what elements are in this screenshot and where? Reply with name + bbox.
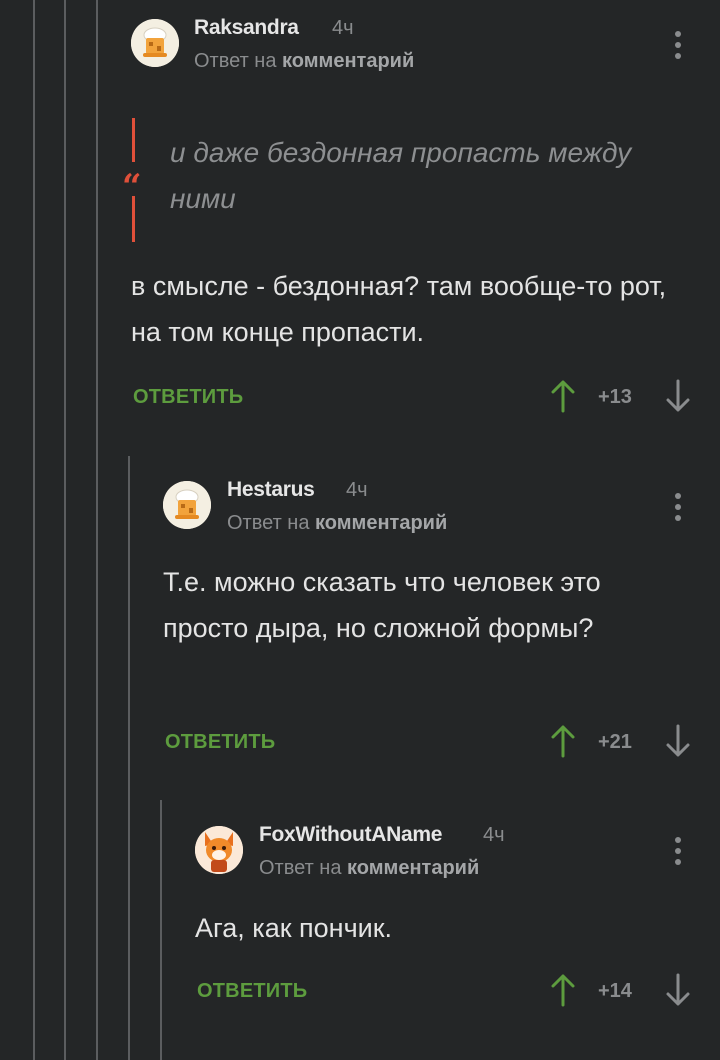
reply-to[interactable]: Ответ на комментарий xyxy=(227,512,447,535)
reply-to[interactable]: Ответ на комментарий xyxy=(194,50,414,73)
hat-avatar-icon xyxy=(163,481,211,529)
comment-author[interactable]: FoxWithoutAName xyxy=(259,823,442,847)
downvote-arrow-icon[interactable] xyxy=(664,379,692,413)
avatar[interactable] xyxy=(195,826,243,874)
comment-author[interactable]: Raksandra xyxy=(194,16,299,40)
thread-line xyxy=(128,456,130,1060)
upvote-arrow-icon[interactable] xyxy=(549,973,577,1007)
downvote-arrow-icon[interactable] xyxy=(664,724,692,758)
comment-time: 4ч xyxy=(332,17,354,39)
quote-text: и даже бездонная пропасть между ними xyxy=(170,137,632,214)
rating: +14 xyxy=(598,980,632,1002)
reply-button[interactable]: ОТВЕТИТЬ xyxy=(165,731,275,754)
rating: +13 xyxy=(598,386,632,408)
avatar[interactable] xyxy=(163,481,211,529)
downvote-arrow-icon[interactable] xyxy=(664,973,692,1007)
rating: +21 xyxy=(598,731,632,753)
reply-to-link[interactable]: комментарий xyxy=(347,857,479,879)
reply-to-prefix: Ответ на xyxy=(259,857,342,879)
more-vertical-icon[interactable] xyxy=(674,493,682,526)
upvote-arrow-icon[interactable] xyxy=(549,379,577,413)
avatar[interactable] xyxy=(131,19,179,67)
thread-line xyxy=(33,0,35,1060)
thread-line xyxy=(160,800,162,1060)
reply-to-prefix: Ответ на xyxy=(194,50,277,72)
comment-text: Т.е. можно сказать что человек это прост… xyxy=(163,567,601,643)
more-vertical-icon[interactable] xyxy=(674,31,682,64)
fox-avatar-icon xyxy=(195,826,243,874)
comment-author[interactable]: Hestarus xyxy=(227,478,315,502)
more-vertical-icon[interactable] xyxy=(674,837,682,870)
comment-text: Ага, как пончик. xyxy=(195,913,393,943)
quote-bar xyxy=(132,118,135,162)
comment-text: в смысле - бездонная? там вообще-то рот,… xyxy=(131,271,667,347)
comment-time: 4ч xyxy=(483,824,505,846)
thread-line xyxy=(64,0,66,1060)
upvote-arrow-icon[interactable] xyxy=(549,724,577,758)
reply-button[interactable]: ОТВЕТИТЬ xyxy=(197,980,307,1003)
reply-to-link[interactable]: комментарий xyxy=(315,512,447,534)
reply-to[interactable]: Ответ на комментарий xyxy=(259,857,479,880)
quote-bar xyxy=(132,196,135,242)
thread-line xyxy=(96,0,98,1060)
hat-avatar-icon xyxy=(131,19,179,67)
reply-to-prefix: Ответ на xyxy=(227,512,310,534)
reply-to-link[interactable]: комментарий xyxy=(282,50,414,72)
reply-button[interactable]: ОТВЕТИТЬ xyxy=(133,386,243,409)
comment-time: 4ч xyxy=(346,479,368,501)
